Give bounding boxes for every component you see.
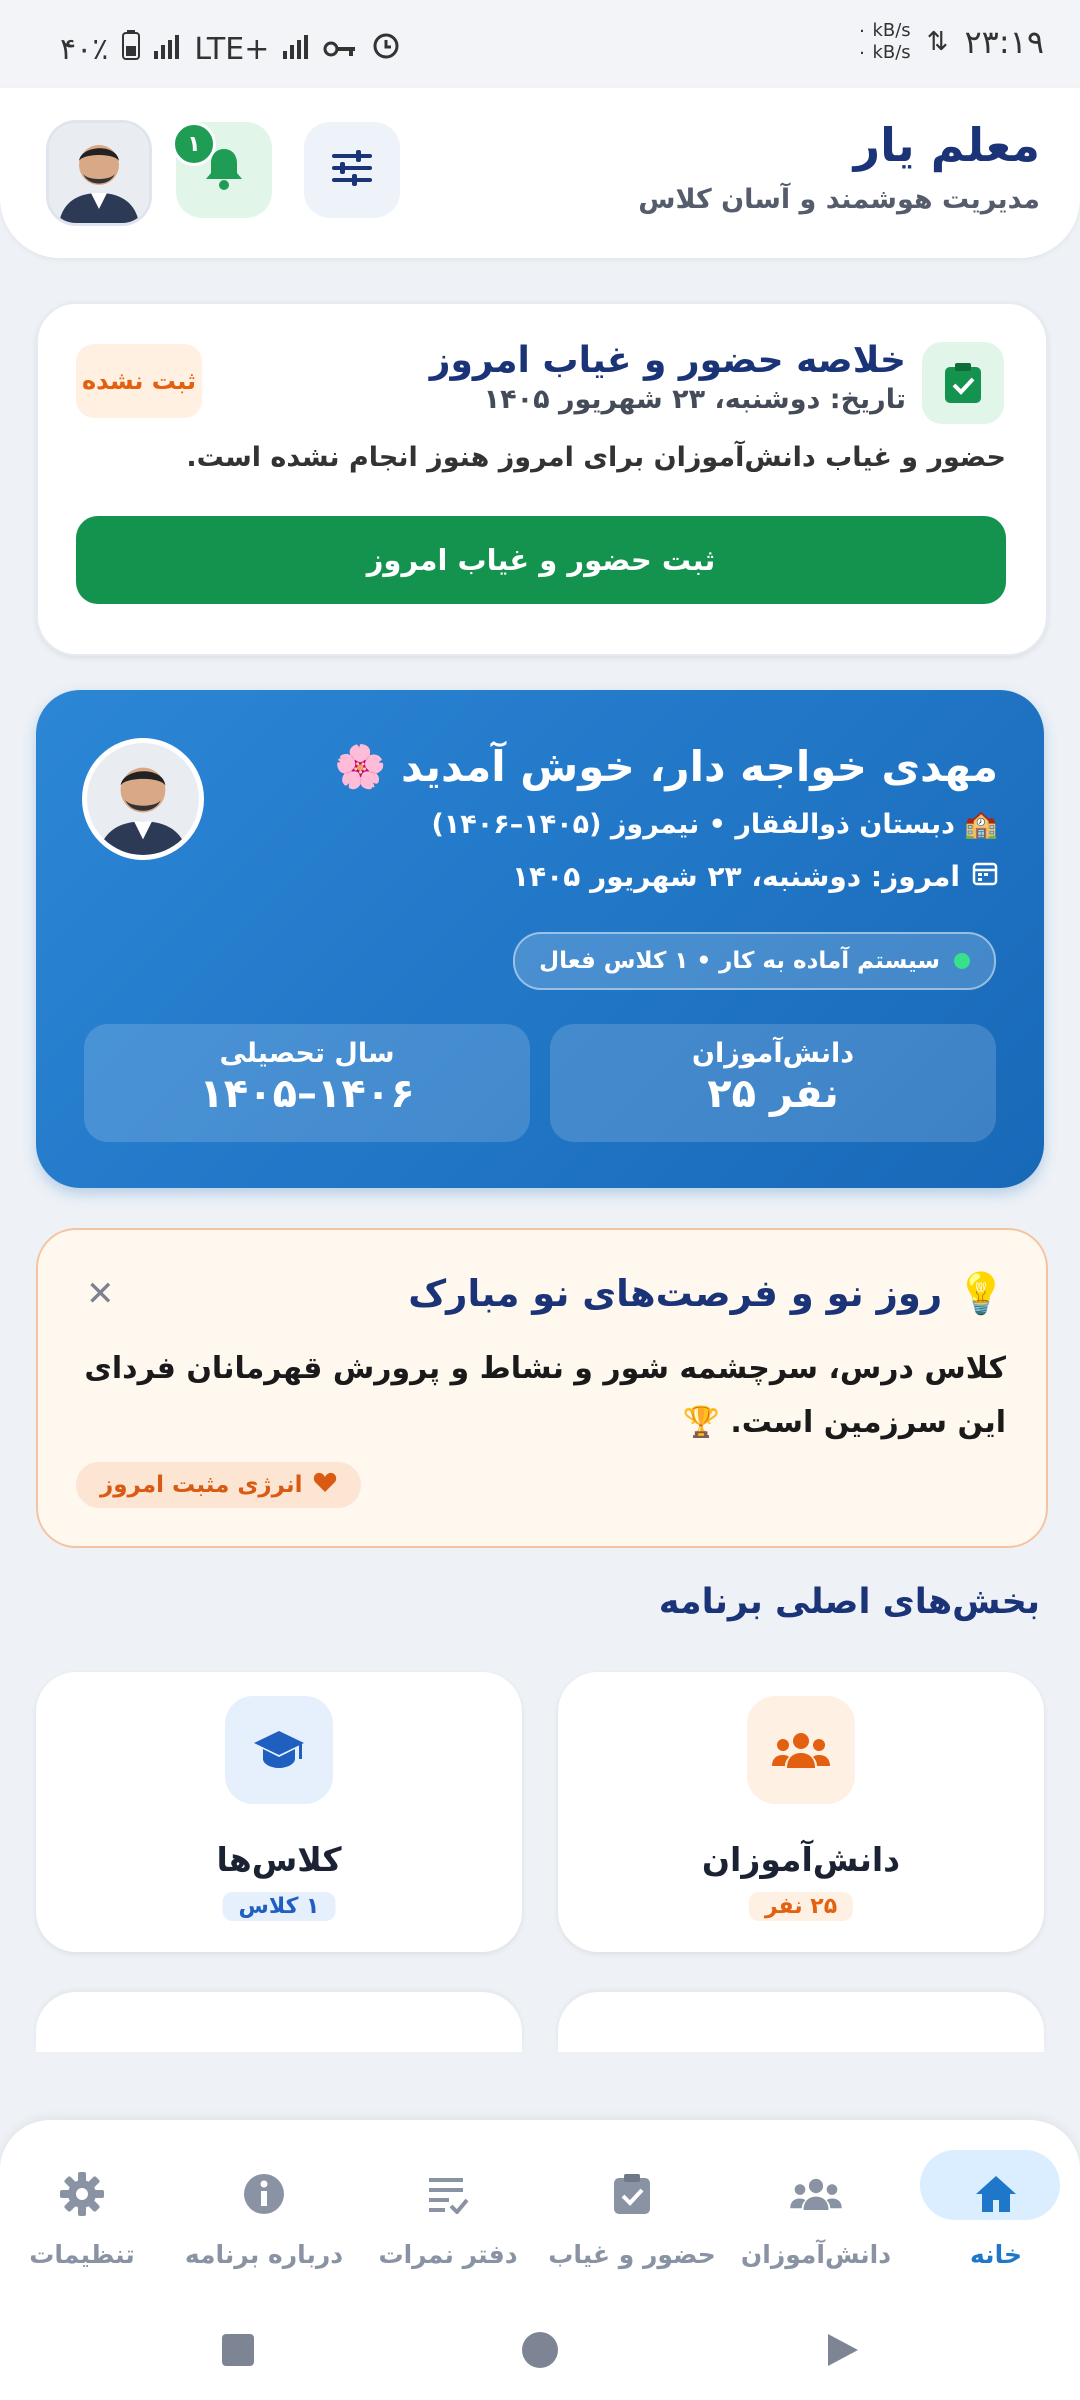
tile-students-count: ۲۵ نفر (748, 1892, 854, 1921)
teacher-avatar-image (87, 743, 199, 855)
recents-button-icon[interactable] (222, 2334, 254, 2366)
app-title: معلم یار (853, 118, 1040, 172)
graduation-cap-icon (225, 1696, 333, 1804)
today-date: امروز: دوشنبه، ۲۳ شهریور ۱۴۰۵ (512, 860, 998, 893)
assignment-check-icon (604, 2166, 660, 2222)
motivation-card: ✕ 💡 روز نو و فرصت‌های نو مبارک کلاس درس،… (36, 1228, 1048, 1548)
notifications-button[interactable]: ۱ (172, 122, 272, 218)
profile-avatar[interactable] (46, 120, 152, 226)
year-stat-label: سال تحصیلی (219, 1038, 395, 1069)
teacher-photo (82, 738, 204, 860)
close-icon[interactable]: ✕ (86, 1274, 115, 1314)
main-sections-title: بخش‌های اصلی برنامه (658, 1582, 1040, 1622)
nav-settings[interactable]: تنظیمات (0, 2150, 172, 2290)
welcome-card: مهدی خواجه دار، خوش آمدید 🌸 🏫 دبستان ذوا… (36, 690, 1044, 1188)
speed-up: ۰ kB/s (857, 20, 911, 41)
lightbulb-icon: 💡 (956, 1271, 1006, 1317)
tune-icon (330, 148, 374, 192)
students-stat-label: دانش‌آموزان (691, 1038, 855, 1069)
record-attendance-button[interactable]: ثبت حضور و غیاب امروز (76, 516, 1006, 604)
nav-home-label: خانه (970, 2240, 1022, 2269)
positive-energy-label: انرژی مثبت امروز (100, 1472, 303, 1498)
checklist-icon (420, 2166, 476, 2222)
signal-icon-2 (283, 32, 309, 67)
notification-badge: ۱ (172, 122, 216, 166)
today-date-text: امروز: دوشنبه، ۲۳ شهریور ۱۴۰۵ (511, 860, 960, 893)
app-subtitle: مدیریت هوشمند و آسان کلاس (638, 184, 1040, 215)
avatar-image (49, 123, 149, 223)
nav-gradebook-label: دفتر نمرات (378, 2240, 518, 2269)
attendance-summary-card: خلاصه حضور و غیاب امروز تاریخ: دوشنبه، ۲… (36, 302, 1048, 656)
speed-down: ۰ kB/s (857, 42, 911, 63)
filter-button[interactable] (304, 122, 400, 218)
attendance-date: تاریخ: دوشنبه، ۲۳ شهریور ۱۴۰۵ (483, 384, 906, 415)
school-info: 🏫 دبستان ذوالفقار • نیمروز (۱۴۰۵–۱۴۰۶) (431, 809, 998, 840)
nav-settings-label: تنظیمات (29, 2240, 135, 2269)
net-speed: ۰ kB/s ۰ kB/s (857, 20, 911, 64)
motivation-title: روز نو و فرصت‌های نو مبارک (408, 1272, 943, 1315)
calendar-icon (972, 860, 998, 893)
students-stat: دانش‌آموزان ۲۵ نفر (550, 1024, 996, 1142)
attendance-title: خلاصه حضور و غیاب امروز (429, 340, 906, 381)
nav-about-label: درباره برنامه (184, 2240, 344, 2269)
status-left: ۴۰٪ LTE+ (60, 30, 401, 68)
nav-gradebook[interactable]: دفتر نمرات (358, 2150, 538, 2290)
tile-students[interactable]: دانش‌آموزان ۲۵ نفر (558, 1672, 1044, 1952)
people-icon (788, 2166, 844, 2222)
signal-icon (154, 32, 180, 67)
academic-year-stat: سال تحصیلی ۱۴۰۵–۱۴۰۶ (84, 1024, 530, 1142)
year-stat-value: ۱۴۰۵–۱۴۰۶ (199, 1071, 415, 1117)
users-group-icon (747, 1696, 855, 1804)
tile-classes-count: ۱ کلاس (222, 1892, 336, 1921)
bottom-navigation: خانه دانش‌آموزان حضور و غیاب دفتر نمرات … (0, 2120, 1080, 2400)
home-icon (968, 2166, 1024, 2222)
system-status-pill: سیستم آماده به کار • ۱ کلاس فعال (513, 932, 996, 990)
back-triangle-icon[interactable] (826, 2332, 860, 2372)
status-right: ۰ kB/s ۰ kB/s ⇅ ۲۳:۱۹ (857, 20, 1044, 64)
network-type: LTE+ (194, 31, 270, 67)
positive-energy-badge: انرژی مثبت امروز (76, 1462, 361, 1508)
app-header: معلم یار مدیریت هوشمند و آسان کلاس ۱ (0, 88, 1080, 258)
tile-classes[interactable]: کلاس‌ها ۱ کلاس (36, 1672, 522, 1952)
nav-attendance[interactable]: حضور و غیاب (542, 2150, 722, 2290)
home-circle-icon[interactable] (522, 2332, 558, 2368)
attendance-description: حضور و غیاب دانش‌آموزان برای امروز هنوز … (186, 442, 1006, 473)
motivation-text: کلاس درس، سرچشمه شور و نشاط و پرورش قهرم… (84, 1351, 1006, 1440)
students-stat-value: ۲۵ نفر (707, 1071, 839, 1117)
system-status-text: سیستم آماده به کار • ۱ کلاس فعال (539, 948, 940, 974)
info-icon (236, 2166, 292, 2222)
nav-attendance-label: حضور و غیاب (548, 2240, 716, 2269)
nav-about[interactable]: درباره برنامه (174, 2150, 354, 2290)
tile-partial-left[interactable] (36, 1992, 522, 2052)
nav-home[interactable]: خانه (906, 2150, 1080, 2290)
status-bar: ۴۰٪ LTE+ ۰ kB/s ۰ kB/s ⇅ ۲۳:۱۹ (0, 0, 1080, 88)
heart-icon (313, 1471, 337, 1499)
gear-icon (54, 2166, 110, 2222)
battery-text: ۴۰٪ (60, 31, 109, 67)
welcome-greeting: مهدی خواجه دار، خوش آمدید 🌸 (334, 742, 998, 791)
battery-icon (122, 30, 141, 68)
status-dot-icon (954, 953, 970, 969)
nav-students-label: دانش‌آموزان (740, 2240, 892, 2269)
motivation-title-row: 💡 روز نو و فرصت‌های نو مبارک (408, 1270, 1006, 1317)
tile-partial-right[interactable] (558, 1992, 1044, 2052)
tile-classes-label: کلاس‌ها (216, 1840, 342, 1879)
data-arrows-icon: ⇅ (926, 27, 949, 57)
clock: ۲۳:۱۹ (964, 23, 1044, 61)
tile-students-label: دانش‌آموزان (701, 1840, 901, 1879)
attendance-status-badge: ثبت نشده (76, 344, 202, 418)
clipboard-check-icon (922, 342, 1004, 424)
alarm-icon (371, 30, 401, 68)
vpn-key-icon (323, 32, 357, 67)
nav-students[interactable]: دانش‌آموزان (726, 2150, 906, 2290)
